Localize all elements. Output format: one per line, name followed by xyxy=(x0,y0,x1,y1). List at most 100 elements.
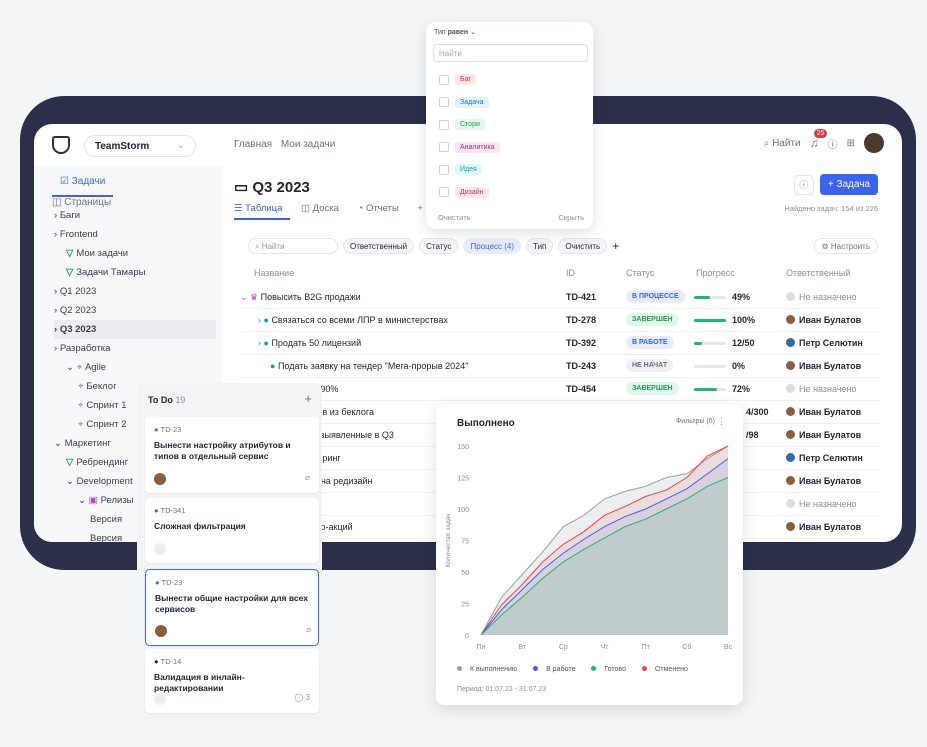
legend-label: Готово xyxy=(604,666,626,673)
status-badge[interactable]: В ПРОЦЕССЕ xyxy=(626,290,685,303)
progress-value: 12/50 xyxy=(732,338,755,348)
col-name[interactable]: Название xyxy=(254,268,294,278)
col-progress[interactable]: Прогресс xyxy=(696,268,735,278)
assignee[interactable]: Иван Булатов xyxy=(786,430,861,440)
task-name-cell: ⌄ ♛ Повысить B2G продажи xyxy=(240,292,361,303)
checkbox[interactable] xyxy=(439,142,449,152)
table-row[interactable]: › ● Связаться со всеми ЛПР в министерств… xyxy=(240,309,880,332)
table-row[interactable]: ⌄ ♛ Повысить B2G продажи TD-421 В ПРОЦЕССЕ… xyxy=(240,286,880,309)
type-option[interactable]: Аналитика xyxy=(439,141,579,156)
kanban-card[interactable]: ● TD-23 Вынести общие настройки для всех … xyxy=(145,569,319,646)
help-icon[interactable]: ⓘ xyxy=(828,136,838,151)
tab-board[interactable]: ◫ Доска xyxy=(301,203,347,214)
tab-table[interactable]: ☰ Таблица xyxy=(234,203,291,220)
type-option[interactable]: Задача xyxy=(439,96,579,111)
attachment-icon[interactable]: ⌀ xyxy=(306,625,311,634)
filter-status[interactable]: Статус xyxy=(419,238,459,254)
sidebar-item[interactable]: › Q1 2023 xyxy=(54,282,216,301)
status-badge[interactable]: НЕ НАЧАТ xyxy=(626,359,674,372)
task-name-cell: › ● Продать 50 лицензий xyxy=(258,338,361,348)
col-id[interactable]: ID xyxy=(566,268,575,278)
type-option[interactable]: Стори xyxy=(439,119,579,133)
attachment-icon[interactable]: ⌀ xyxy=(305,473,310,482)
sidebar-item[interactable]: ▽ Задачи Тамары xyxy=(54,263,216,282)
sidebar-item[interactable]: › Q2 2023 xyxy=(54,301,216,320)
filter-process[interactable]: Процесс (4) xyxy=(463,238,522,254)
sidebar-item[interactable]: ⌄ ⌖ Agile xyxy=(54,358,216,377)
bell-icon[interactable]: ♫ 25 xyxy=(810,129,828,150)
search-button[interactable]: ⌕ Найти xyxy=(764,138,801,149)
filter-type[interactable]: Тип xyxy=(526,238,554,254)
kanban-card[interactable]: ● TD-14 Валидация в инлайн-редактировании… xyxy=(145,649,319,713)
sidebar-item[interactable]: › Разработка xyxy=(54,339,216,358)
chart-filters-button[interactable]: Фильтры (6) xyxy=(676,418,715,425)
type-option[interactable]: Идея xyxy=(439,164,579,178)
task-name[interactable]: Продать 50 лицензий xyxy=(271,338,361,348)
table-row[interactable]: › ● Продать 50 лицензий TD-392 В РАБОТЕ 12/… xyxy=(240,332,880,355)
sidebar-item-label: Маркетинг xyxy=(64,438,111,449)
sidebar-item[interactable]: › Q3 2023 xyxy=(54,320,216,339)
add-card-button[interactable]: + xyxy=(304,391,312,406)
type-option[interactable]: Баг xyxy=(439,74,579,88)
comment-icon[interactable]: ◯ 3 xyxy=(294,693,310,702)
checkbox[interactable] xyxy=(439,97,449,107)
assignee[interactable]: Не назначено xyxy=(786,292,856,302)
status-badge[interactable]: ЗАВЕРШЕН xyxy=(626,313,679,326)
assignee[interactable]: Иван Булатов xyxy=(786,361,861,371)
progress-fill xyxy=(694,342,702,345)
sidebar-item[interactable]: › Баги xyxy=(54,206,216,225)
search-input[interactable]: ⌕ Найти xyxy=(248,238,338,254)
tab-tasks[interactable]: ☑ Задачи xyxy=(52,176,114,197)
sidebar-item-label: Спринт 1 xyxy=(86,400,127,411)
avatar[interactable] xyxy=(864,133,884,153)
table-row[interactable]: ● …олог на 90%TD-454ЗАВЕРШЕН72%Не назнач… xyxy=(240,378,880,401)
checkbox[interactable] xyxy=(439,74,449,85)
checkbox[interactable] xyxy=(439,187,449,197)
nav-my-tasks[interactable]: Мои задачи xyxy=(281,139,336,150)
team-selector[interactable]: TeamStorm ⌄ xyxy=(84,135,196,157)
info-icon[interactable]: ⓘ xyxy=(793,174,814,195)
task-name[interactable]: Повысить B2G продажи xyxy=(261,292,361,302)
task-id: TD-392 xyxy=(566,338,597,348)
filter-assignee[interactable]: Ответственный xyxy=(343,238,415,254)
apps-icon[interactable]: ⊞ xyxy=(847,138,855,149)
clear-filters-button[interactable]: Очистить xyxy=(558,238,608,254)
assignee[interactable]: Петр Селютин xyxy=(786,338,863,348)
dropdown-clear-button[interactable]: Очистить xyxy=(438,213,471,222)
add-filter-button[interactable]: + xyxy=(612,239,619,253)
sidebar-item[interactable]: ▽ Мои задачи xyxy=(54,244,216,263)
chart-period: Период: 01.07.23 - 31.07.23 xyxy=(457,686,547,693)
add-view-button[interactable]: + xyxy=(417,203,423,214)
assignee-name: Петр Селютин xyxy=(799,338,863,348)
table-row[interactable]: ● Подать заявку на тендер "Мега-прорыв 2… xyxy=(240,355,880,378)
assignee-name: Иван Булатов xyxy=(799,361,862,371)
nav-home[interactable]: Главная xyxy=(234,139,272,150)
col-assignee[interactable]: Ответственный xyxy=(786,268,850,278)
kanban-card[interactable]: ● TD-341 Сложная фильтрация xyxy=(145,498,319,563)
sidebar-item-label: Q2 2023 xyxy=(59,305,97,316)
assignee[interactable]: Иван Булатов xyxy=(786,407,861,417)
sidebar-item[interactable]: › Frontend xyxy=(54,225,216,244)
more-icon[interactable]: ⋮ xyxy=(717,416,726,427)
checkbox[interactable] xyxy=(439,119,449,130)
dropdown-search-input[interactable]: Найти xyxy=(433,44,588,62)
add-task-button[interactable]: + Задача xyxy=(819,174,878,195)
assignee[interactable]: Иван Булатов xyxy=(786,476,861,486)
assignee[interactable]: Иван Булатов xyxy=(786,315,861,325)
assignee[interactable]: Иван Булатов xyxy=(786,522,861,532)
task-name[interactable]: Подать заявку на тендер "Мега-прорыв 202… xyxy=(278,361,468,371)
assignee[interactable]: Петр Селютин xyxy=(786,453,863,463)
checkbox[interactable] xyxy=(439,164,449,175)
col-status[interactable]: Статус xyxy=(626,268,654,278)
kanban-card[interactable]: ● TD-23 Вынести настройку атрибутов и тип… xyxy=(145,417,319,493)
task-name[interactable]: Связаться со всеми ЛПР в министерствах xyxy=(271,315,447,325)
dropdown-hide-button[interactable]: Скрыть xyxy=(558,213,584,222)
tab-reports[interactable]: ◔ Отчеты xyxy=(358,203,407,214)
assignee[interactable]: Не назначено xyxy=(786,384,856,394)
configure-button[interactable]: ⚙ Настроить xyxy=(813,238,878,254)
status-badge[interactable]: В РАБОТЕ xyxy=(626,336,674,349)
status-badge[interactable]: ЗАВЕРШЕН xyxy=(626,382,679,395)
assignee[interactable]: Не назначено xyxy=(786,499,856,509)
task-id: TD-243 xyxy=(566,361,597,371)
type-option[interactable]: Дизайн xyxy=(439,186,579,201)
